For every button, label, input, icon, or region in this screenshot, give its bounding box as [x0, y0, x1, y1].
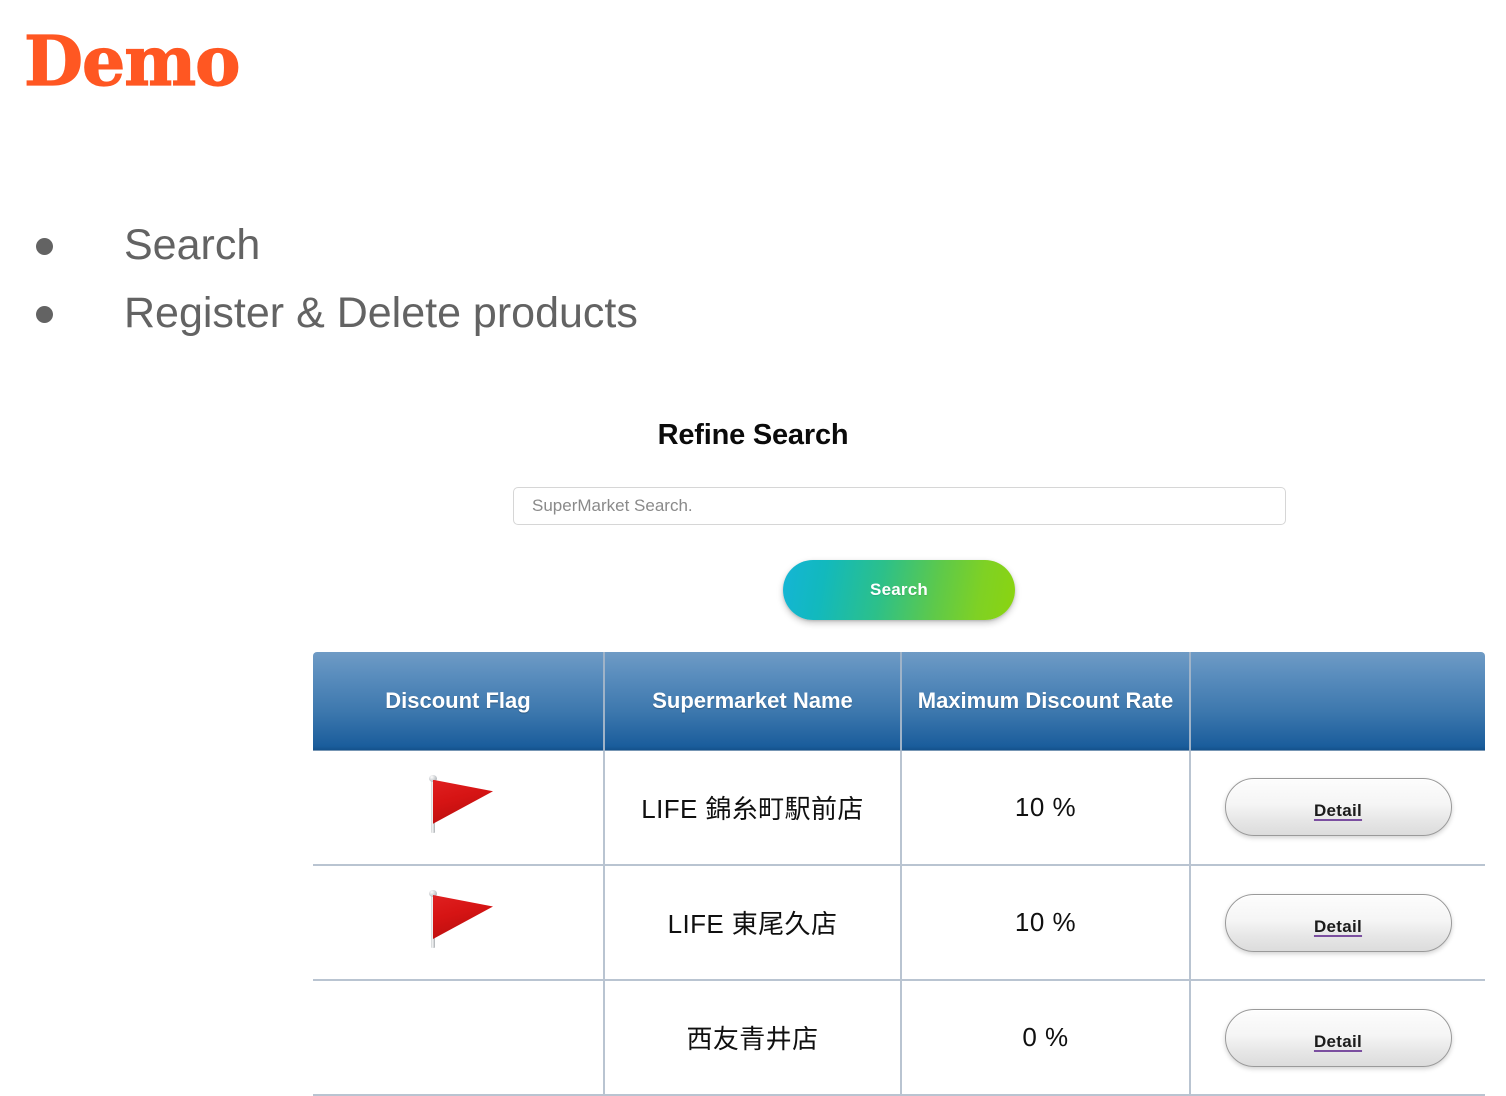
bullet-dot-icon [36, 305, 53, 323]
red-triangular-flag-icon [421, 774, 495, 833]
cell-actions: Detail [1190, 865, 1485, 981]
detail-button[interactable]: Detail [1224, 893, 1452, 952]
cell-discount-flag [313, 980, 605, 1096]
search-input[interactable] [513, 487, 1286, 525]
cell-supermarket-name: LIFE 錦糸町駅前店 [604, 750, 902, 866]
cell-maximum-discount-rate: 0 % [901, 980, 1191, 1096]
cell-discount-flag [313, 750, 605, 866]
column-header-actions [1190, 652, 1485, 751]
bullet-label-register-delete: Register & Delete products [124, 289, 638, 338]
column-header-discount-flag: Discount Flag [313, 652, 605, 751]
bullet-dot-icon [36, 237, 53, 255]
list-item: Register & Delete products [36, 280, 638, 348]
table-row: 西友青井店 0 % Detail [313, 980, 1485, 1096]
detail-button-label: Detail [1313, 916, 1363, 936]
bullet-label-search: Search [124, 221, 261, 270]
page-title: Demo [23, 22, 241, 102]
results-table-container: Discount Flag Supermarket Name Maximum D… [313, 652, 1485, 1096]
table-header: Discount Flag Supermarket Name Maximum D… [313, 652, 1485, 751]
cell-maximum-discount-rate: 10 % [901, 750, 1191, 866]
cell-supermarket-name: 西友青井店 [604, 980, 902, 1096]
table-row: LIFE 錦糸町駅前店 10 % Detail [313, 750, 1485, 866]
list-item: Search [36, 212, 638, 280]
detail-button[interactable]: Detail [1224, 778, 1452, 837]
feature-bullet-list: Search Register & Delete products [36, 212, 638, 348]
refine-search-heading: Refine Search [657, 419, 849, 451]
column-header-maximum-discount-rate: Maximum Discount Rate [901, 652, 1191, 751]
cell-supermarket-name: LIFE 東尾久店 [604, 865, 902, 981]
table-header-row: Discount Flag Supermarket Name Maximum D… [313, 652, 1485, 751]
cell-actions: Detail [1190, 750, 1485, 866]
red-triangular-flag-icon [421, 890, 495, 948]
detail-button[interactable]: Detail [1224, 1008, 1452, 1067]
column-header-supermarket-name: Supermarket Name [604, 652, 902, 751]
detail-button-label: Detail [1313, 1031, 1363, 1051]
detail-button-label: Detail [1313, 801, 1363, 821]
table-body: LIFE 錦糸町駅前店 10 % Detail LIFE 東尾久店 10 % D… [313, 750, 1485, 1096]
cell-discount-flag [313, 865, 605, 981]
results-table: Discount Flag Supermarket Name Maximum D… [313, 652, 1485, 1096]
table-row: LIFE 東尾久店 10 % Detail [313, 865, 1485, 981]
cell-actions: Detail [1190, 980, 1485, 1096]
cell-maximum-discount-rate: 10 % [901, 865, 1191, 981]
search-button[interactable]: Search [783, 560, 1015, 620]
